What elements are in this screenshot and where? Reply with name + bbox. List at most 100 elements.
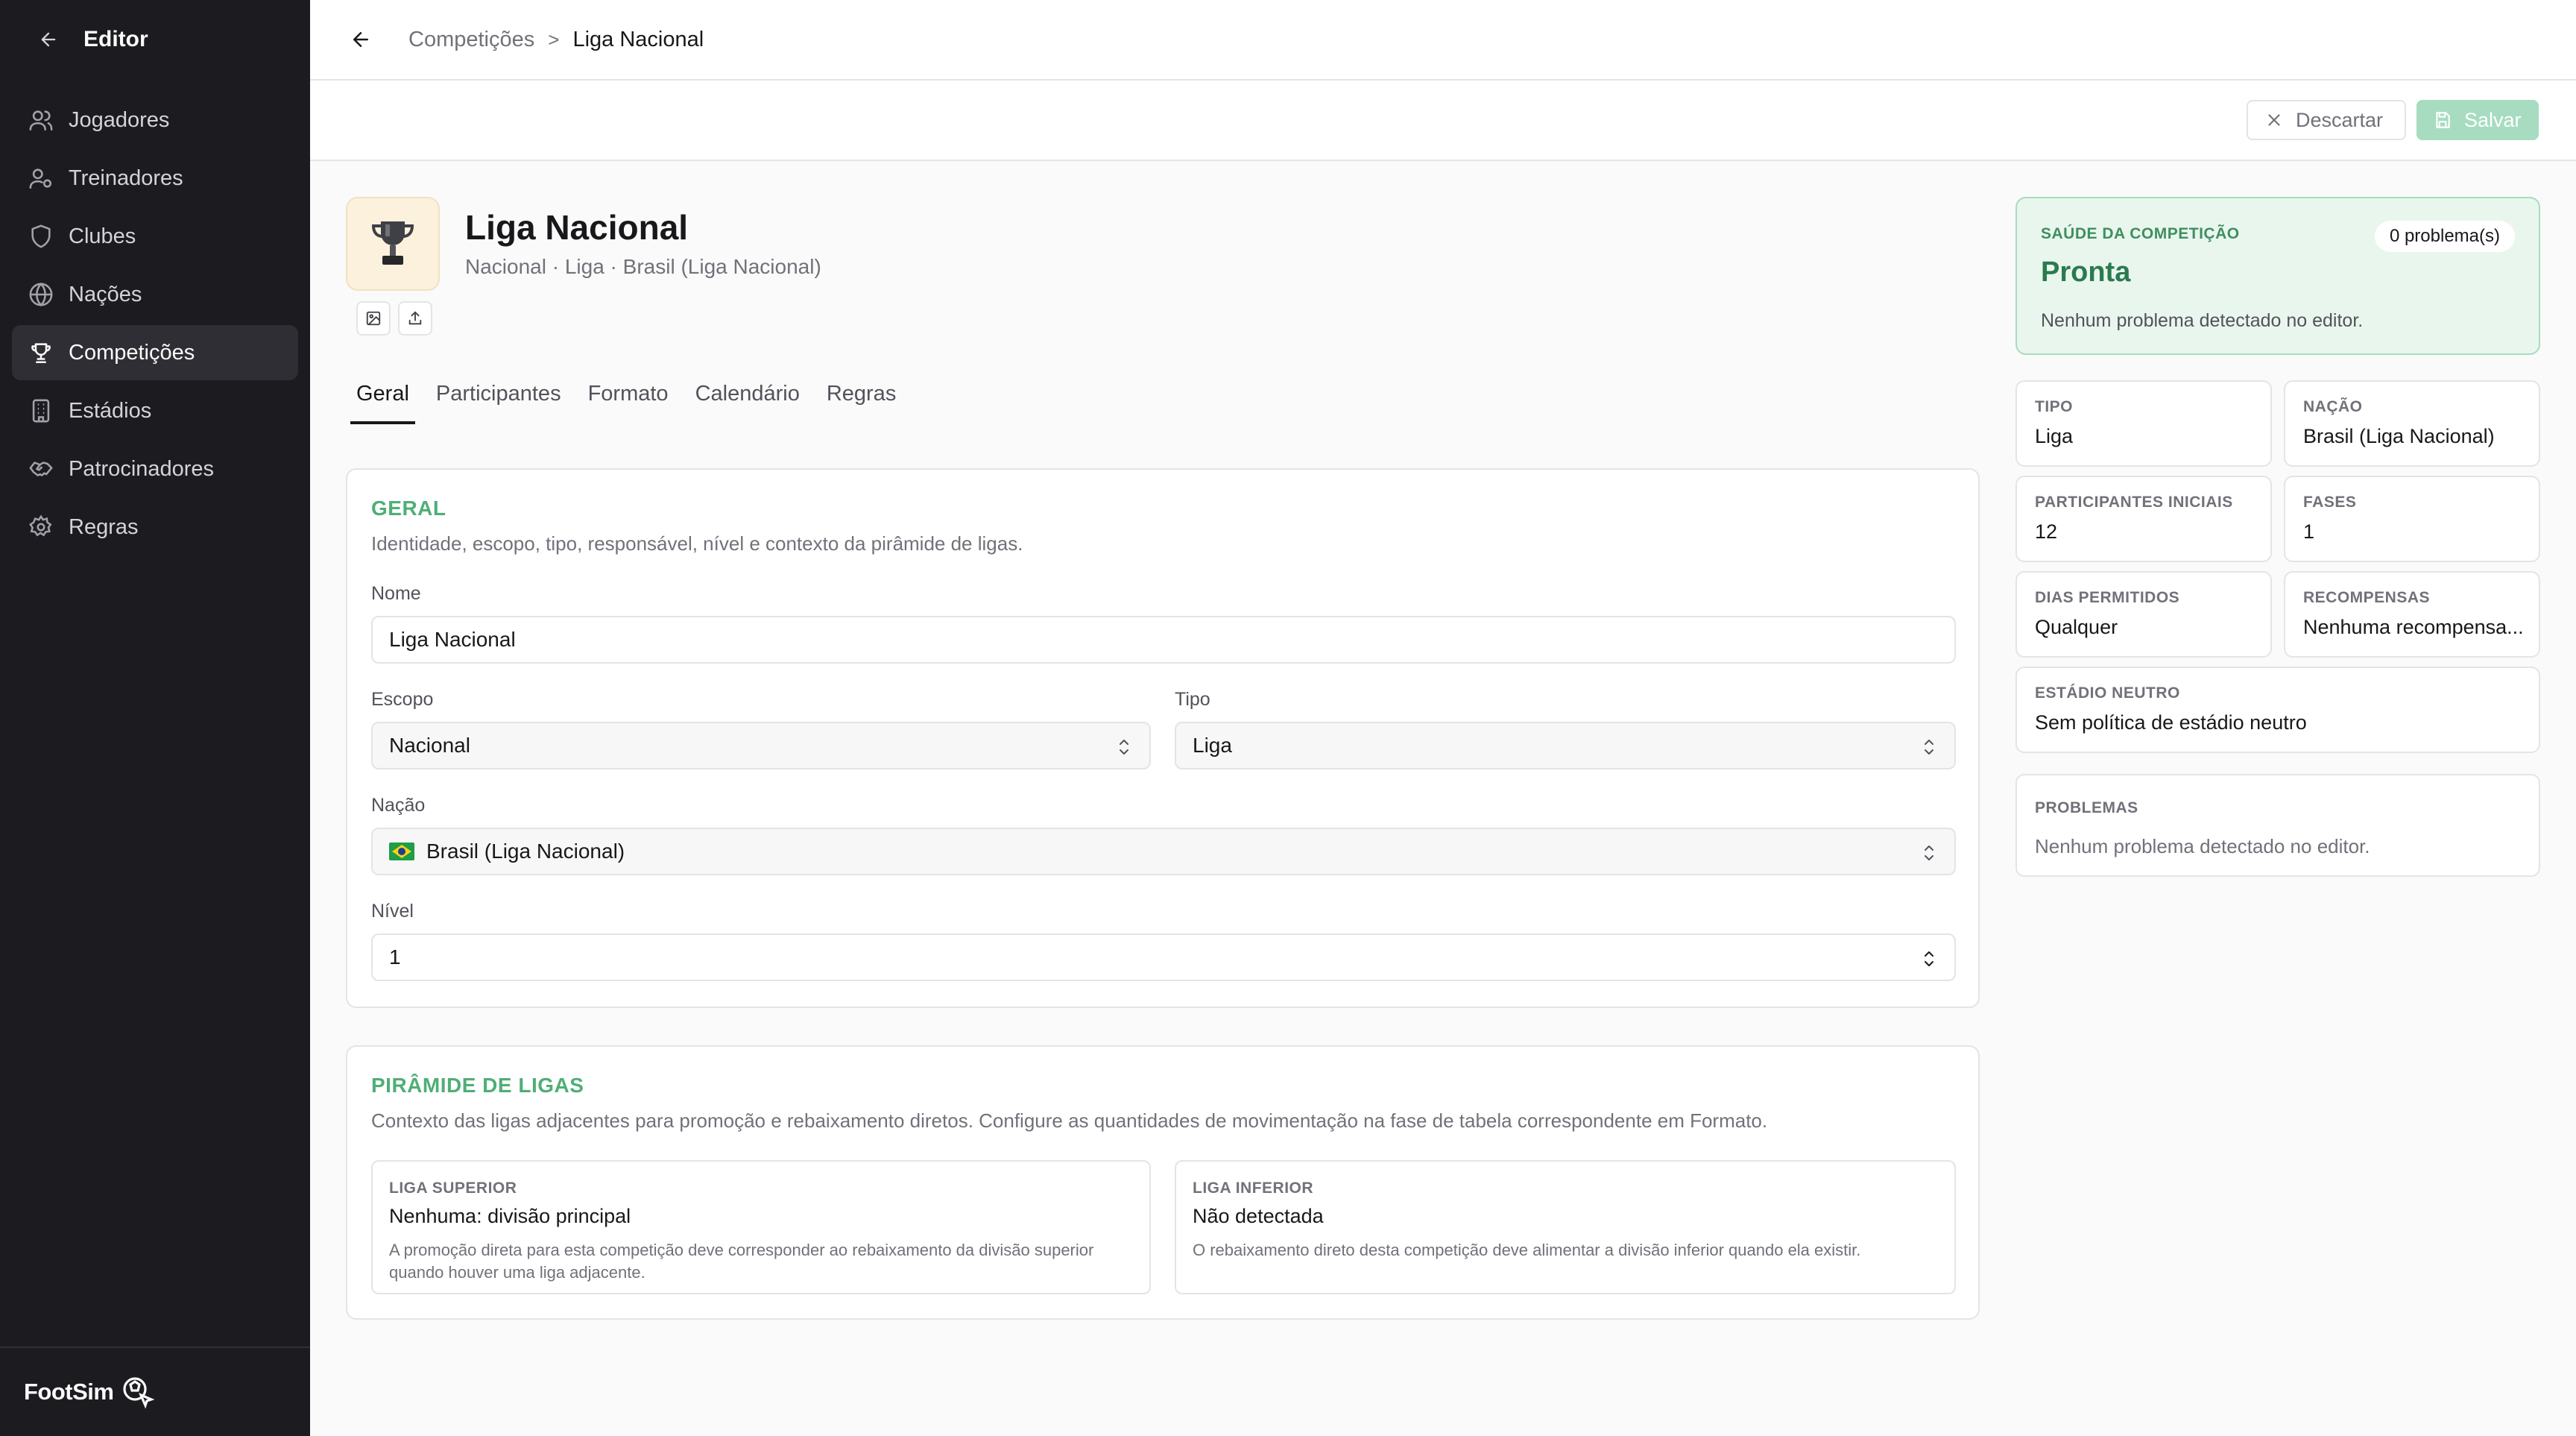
users-icon [29, 110, 53, 131]
nome-input[interactable]: Liga Nacional [371, 616, 1956, 664]
liga-inferior-card: LIGA INFERIOR Não detectada O rebaixamen… [1175, 1160, 1956, 1294]
escopo-label: Escopo [371, 689, 434, 710]
stat-label: TIPO [2035, 398, 2074, 415]
stat-participantes: PARTICIPANTES INICIAIS 12 [2015, 476, 2272, 562]
sidebar-item-label: Nações [69, 282, 142, 306]
tab-participantes[interactable]: Participantes [430, 382, 567, 424]
sidebar-item-label: Estádios [69, 398, 152, 423]
sidebar-footer: FootSim [0, 1347, 310, 1436]
nivel-stepper[interactable]: 1 [371, 933, 1956, 981]
sidebar-item-nacoes[interactable]: Nações [12, 267, 298, 322]
liga-superior-card: LIGA SUPERIOR Nenhuma: divisão principal… [371, 1160, 1151, 1294]
stat-value: Sem política de estádio neutro [2035, 711, 2307, 734]
sidebar-item-label: Patrocinadores [69, 456, 215, 481]
problemas-card: PROBLEMAS Nenhum problema detectado no e… [2015, 774, 2540, 877]
stat-tipo: TIPO Liga [2015, 380, 2272, 467]
save-label: Salvar [2464, 108, 2522, 131]
stat-label: PARTICIPANTES INICIAIS [2035, 494, 2233, 511]
stat-label: ESTÁDIO NEUTRO [2035, 684, 2180, 702]
tab-bar: Geral Participantes Formato Calendário R… [350, 382, 917, 424]
liga-inferior-label: LIGA INFERIOR [1193, 1180, 1314, 1197]
sidebar-item-label: Jogadores [69, 107, 170, 132]
sidebar-item-jogadores[interactable]: Jogadores [12, 92, 298, 148]
problemas-label: PROBLEMAS [2035, 799, 2138, 816]
tab-calendario[interactable]: Calendário [689, 382, 806, 424]
nivel-value: 1 [389, 945, 401, 969]
sidebar-nav: Jogadores Treinadores Clubes Nações Comp… [12, 92, 298, 558]
tipo-value: Liga [1193, 734, 1232, 757]
nacao-select[interactable]: Brasil (Liga Nacional) [371, 828, 1956, 875]
health-label: SAÚDE DA COMPETIÇÃO [2041, 225, 2240, 242]
breadcrumb-parent[interactable]: Competições [408, 28, 534, 52]
breadcrumb-current: Liga Nacional [572, 27, 704, 51]
back-arrow-icon[interactable] [36, 27, 61, 52]
back-arrow-icon[interactable] [346, 25, 376, 54]
tab-formato[interactable]: Formato [582, 382, 675, 424]
problem-count-badge: 0 problema(s) [2374, 221, 2515, 252]
tab-geral[interactable]: Geral [350, 382, 415, 424]
nome-label: Nome [371, 583, 421, 604]
tab-regras[interactable]: Regras [821, 382, 903, 424]
sidebar-item-label: Treinadores [69, 166, 183, 190]
discard-button[interactable]: Descartar [2247, 100, 2406, 140]
section-description: Contexto das ligas adjacentes para promo… [371, 1109, 1768, 1132]
shield-icon [31, 224, 51, 248]
liga-superior-description: A promoção direta para esta competição d… [389, 1241, 1094, 1282]
chevron-up-down-icon [1120, 740, 1128, 755]
brand-logo: FootSim [24, 1379, 114, 1405]
chevron-up-down-icon [1925, 740, 1933, 755]
health-card: SAÚDE DA COMPETIÇÃO Pronta Nenhum proble… [2015, 197, 2540, 355]
liga-inferior-description: O rebaixamento direto desta competição d… [1193, 1241, 1861, 1259]
tipo-select[interactable]: Liga [1175, 722, 1956, 769]
page-title: Liga Nacional [465, 208, 689, 247]
top-bar: Competições > Liga Nacional [310, 0, 2576, 81]
upload-icon [408, 311, 422, 325]
geral-section: GERAL Identidade, escopo, tipo, responsá… [346, 468, 1980, 1008]
sidebar-item-estadios[interactable]: Estádios [12, 383, 298, 438]
sidebar-item-treinadores[interactable]: Treinadores [12, 151, 298, 206]
close-icon [2268, 114, 2280, 126]
section-title: GERAL [371, 497, 446, 520]
building-icon [32, 399, 50, 423]
health-description: Nenhum problema detectado no editor. [2041, 310, 2364, 331]
stat-label: DIAS PERMITIDOS [2035, 589, 2180, 606]
problemas-text: Nenhum problema detectado no editor. [2035, 835, 2370, 857]
brazil-flag-icon [389, 843, 414, 860]
save-icon [2436, 112, 2450, 128]
discard-label: Descartar [2296, 108, 2384, 131]
stat-value: Qualquer [2035, 616, 2118, 638]
stat-recompensas: RECOMPENSAS Nenhuma recompensa... [2284, 571, 2540, 658]
save-button[interactable]: Salvar [2416, 100, 2539, 140]
competition-logo [346, 197, 440, 291]
trophy-icon [31, 343, 51, 364]
sidebar-item-patrocinadores[interactable]: Patrocinadores [12, 441, 298, 497]
nacao-label: Nação [371, 795, 426, 816]
upload-button[interactable] [398, 301, 432, 336]
chevron-up-down-icon [1925, 845, 1933, 860]
stat-value: Brasil (Liga Nacional) [2303, 425, 2495, 447]
image-button[interactable] [356, 301, 391, 336]
stat-value: Nenhuma recompensa... [2303, 616, 2524, 638]
nacao-value: Brasil (Liga Nacional) [426, 840, 625, 863]
stat-label: RECOMPENSAS [2303, 589, 2431, 606]
section-title: PIRÂMIDE DE LIGAS [371, 1074, 584, 1097]
liga-superior-label: LIGA SUPERIOR [389, 1180, 517, 1197]
stat-dias: DIAS PERMITIDOS Qualquer [2015, 571, 2272, 658]
nome-value: Liga Nacional [389, 628, 516, 651]
sidebar: Editor Jogadores Treinadores Clubes Naçõ… [0, 0, 310, 1436]
sidebar-item-clubes[interactable]: Clubes [12, 209, 298, 264]
stat-fases: FASES 1 [2284, 476, 2540, 562]
section-description: Identidade, escopo, tipo, responsável, n… [371, 532, 1023, 555]
escopo-value: Nacional [389, 734, 470, 757]
main-content: Liga Nacional Nacional · Liga · Brasil (… [310, 163, 2576, 1436]
stat-label: NAÇÃO [2303, 398, 2363, 415]
escopo-select[interactable]: Nacional [371, 722, 1151, 769]
sidebar-header: Editor [0, 0, 310, 79]
stepper-arrows-icon[interactable] [1920, 948, 1938, 969]
sidebar-item-regras[interactable]: Regras [12, 500, 298, 555]
image-icon [366, 311, 381, 326]
sidebar-item-competicoes[interactable]: Competições [12, 325, 298, 380]
breadcrumb: Competições > Liga Nacional [408, 28, 704, 52]
action-bar: Descartar Salvar [310, 81, 2576, 161]
health-status: Pronta [2041, 256, 2131, 288]
